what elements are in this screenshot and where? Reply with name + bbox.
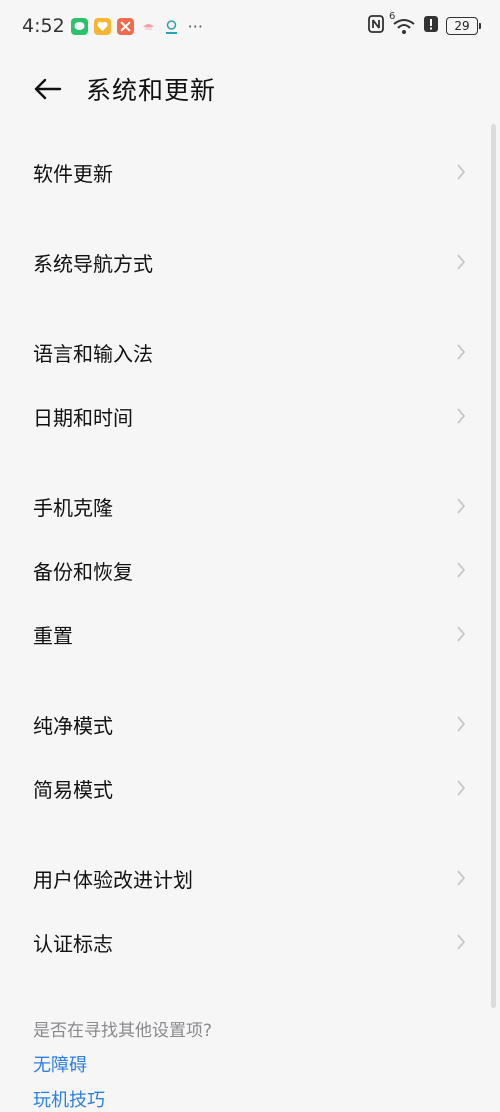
chevron-right-icon	[457, 498, 466, 514]
link-tips[interactable]: 玩机技巧	[33, 1086, 105, 1112]
status-time: 4:52	[22, 15, 65, 37]
menu-item-language-input[interactable]: 语言和输入法	[0, 320, 486, 384]
chevron-right-icon	[457, 344, 466, 360]
chevron-right-icon	[457, 626, 466, 642]
network-superscript: 6	[389, 11, 396, 22]
menu-item-label: 备份和恢复	[33, 559, 133, 584]
chevron-right-icon	[457, 780, 466, 796]
menu-item-navigation-mode[interactable]: 系统导航方式	[0, 230, 486, 294]
menu-item-pure-mode[interactable]: 纯净模式	[0, 692, 486, 756]
more-notifications-indicator: ···	[187, 16, 203, 36]
status-right-icons: 6 29	[368, 0, 481, 52]
menu-item-phone-clone[interactable]: 手机克隆	[0, 474, 486, 538]
chevron-right-icon	[457, 562, 466, 578]
menu-item-reset[interactable]: 重置	[0, 602, 486, 666]
wifi-icon: 6	[389, 11, 416, 35]
menu-item-label: 软件更新	[33, 161, 113, 186]
chevron-right-icon	[457, 164, 466, 180]
other-settings-prompt: 是否在寻找其他设置项?	[33, 1021, 213, 1041]
battery-icon: 29	[446, 17, 481, 35]
nfc-icon	[368, 14, 384, 38]
tools-icon	[116, 17, 134, 35]
menu-item-software-update[interactable]: 软件更新	[0, 140, 486, 204]
chevron-right-icon	[457, 408, 466, 424]
back-arrow-icon	[34, 78, 62, 100]
page-title: 系统和更新	[86, 76, 217, 105]
menu-item-certification[interactable]: 认证标志	[0, 910, 486, 974]
favorites-icon	[93, 17, 111, 35]
menu-item-label: 简易模式	[33, 777, 113, 802]
page-header: 系统和更新	[0, 60, 500, 116]
menu-item-date-time[interactable]: 日期和时间	[0, 384, 486, 448]
menu-item-label: 用户体验改进计划	[33, 867, 193, 892]
status-bar: 4:52 ··· 6 29	[0, 0, 500, 52]
alert-icon	[424, 15, 438, 38]
menu-item-simple-mode[interactable]: 简易模式	[0, 756, 486, 820]
menu-item-label: 语言和输入法	[33, 341, 153, 366]
menu-item-user-experience-program[interactable]: 用户体验改进计划	[0, 846, 486, 910]
menu-item-label: 认证标志	[33, 931, 113, 956]
back-button[interactable]	[30, 72, 64, 106]
scrollbar[interactable]	[491, 124, 496, 1008]
profile-icon	[163, 18, 180, 35]
menu-item-label: 手机克隆	[33, 495, 113, 520]
menu-item-label: 日期和时间	[33, 405, 133, 430]
menu-item-label: 重置	[33, 623, 73, 648]
battery-level: 29	[454, 19, 470, 33]
chevron-right-icon	[457, 934, 466, 950]
wechat-icon	[70, 17, 88, 35]
menu-item-backup-restore[interactable]: 备份和恢复	[0, 538, 486, 602]
chevron-right-icon	[457, 716, 466, 732]
menu-item-label: 纯净模式	[33, 713, 113, 738]
toast-icon	[140, 18, 157, 35]
chevron-right-icon	[457, 254, 466, 270]
menu-item-label: 系统导航方式	[33, 251, 153, 276]
chevron-right-icon	[457, 870, 466, 886]
link-accessibility[interactable]: 无障碍	[33, 1051, 87, 1077]
